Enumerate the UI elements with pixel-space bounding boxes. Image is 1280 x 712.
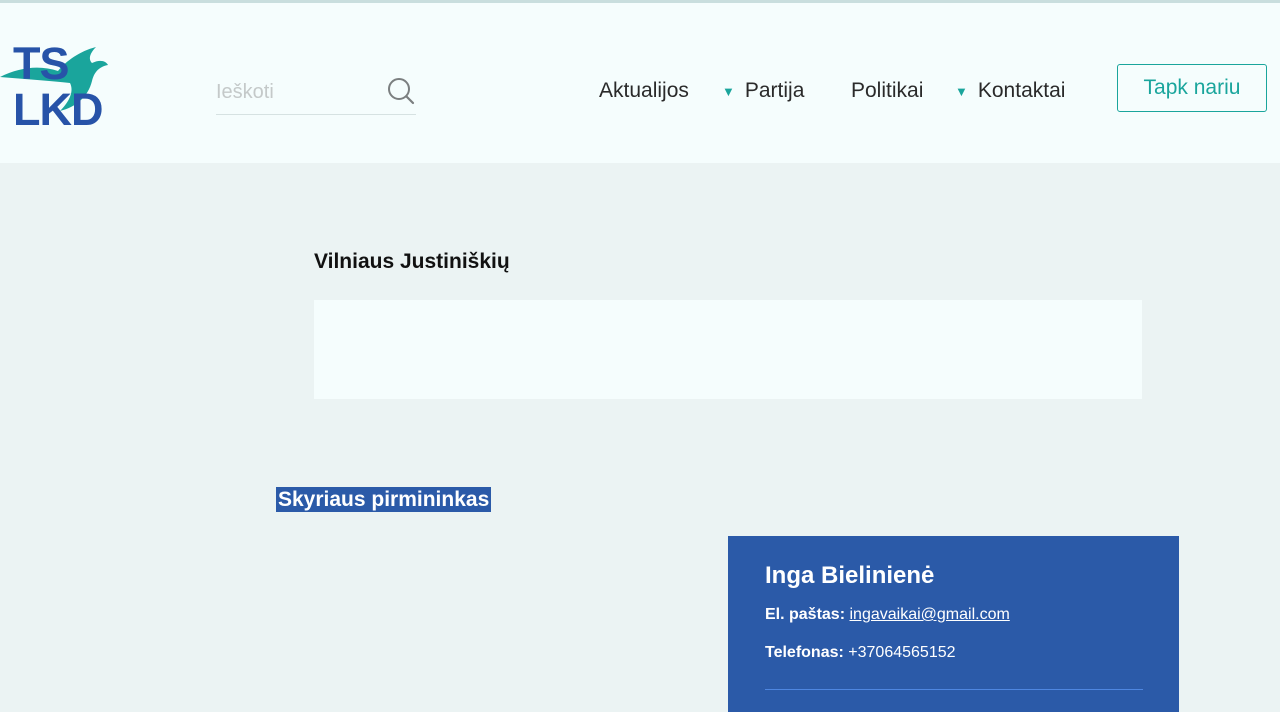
section-heading: Skyriaus pirmininkas <box>276 487 492 512</box>
join-button[interactable]: Tapk nariu <box>1117 64 1267 112</box>
nav-item-label: Partija <box>744 79 805 102</box>
caret-down-icon: ▼ <box>722 83 735 99</box>
contact-card: Inga Bielinienė El. paštas: ingavaikai@g… <box>728 536 1179 712</box>
caret-down-icon: ▼ <box>955 83 968 99</box>
nav-item-politikai[interactable]: Politikai <box>851 75 923 107</box>
phone-row: Telefonas: +37064565152 <box>765 644 956 662</box>
main-nav: Aktualijos ▼ Partija Politikai ▼ Kontakt… <box>0 75 1280 111</box>
email-row: El. paštas: ingavaikai@gmail.com <box>765 606 1010 624</box>
page-title: Vilniaus Justiniškių <box>314 250 510 273</box>
phone-label: Telefonas: <box>765 644 849 661</box>
nav-item-aktualijos[interactable]: Aktualijos <box>599 75 689 107</box>
nav-item-label: Politikai <box>851 79 924 102</box>
nav-item-label: Kontaktai <box>977 79 1066 102</box>
nav-item-kontaktai[interactable]: ▼ Kontaktai <box>955 75 1065 107</box>
site-header: TS LKD Aktualijos ▼ Partija Politikai ▼ … <box>0 3 1280 163</box>
email-label: El. paštas: <box>765 606 850 623</box>
phone-value: +37064565152 <box>848 644 956 661</box>
contact-name: Inga Bielinienė <box>765 562 935 589</box>
nav-item-label: Aktualijos <box>599 79 689 102</box>
nav-item-partija[interactable]: ▼ Partija <box>722 75 804 107</box>
divider <box>765 689 1143 690</box>
content-panel <box>314 300 1142 399</box>
email-link[interactable]: ingavaikai@gmail.com <box>849 606 1009 623</box>
